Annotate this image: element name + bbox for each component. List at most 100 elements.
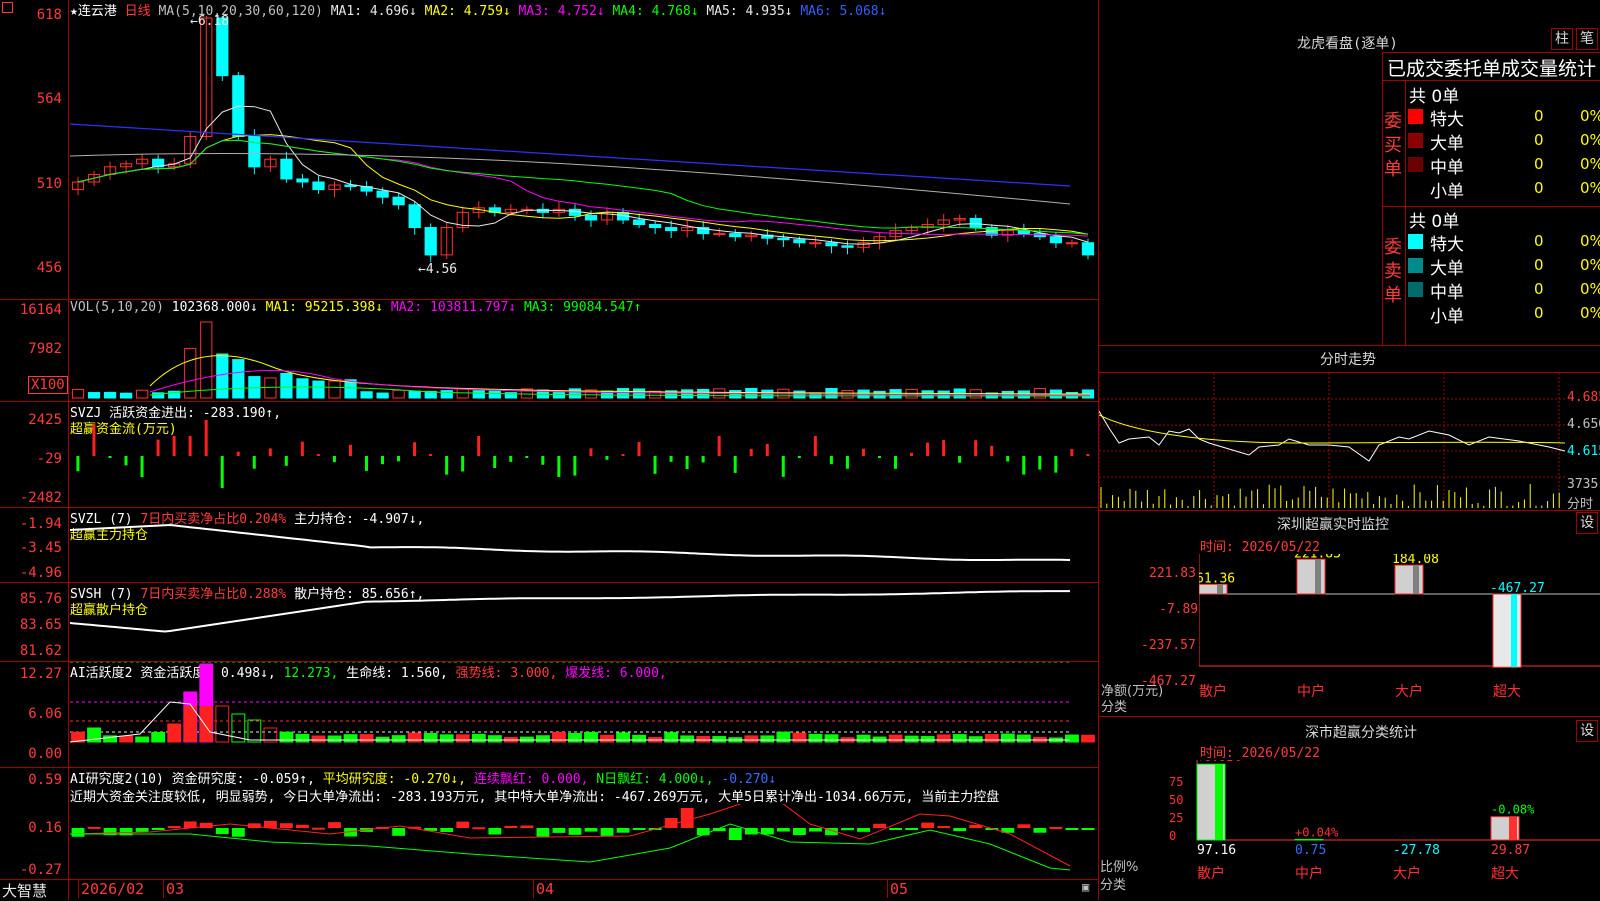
y-tick: 510 [36, 176, 62, 192]
net-amount-chart[interactable]: 61.36 散户 221.83 中户 184.08 大户 -467.27 超大 [1199, 554, 1600, 714]
tick-view-button[interactable]: 笔 [1576, 28, 1598, 50]
svzl-pane[interactable]: SVZL (7) 7日内买卖净占比0.204% 主力持仓: -4.907↓, 超… [0, 508, 1098, 583]
ai-active-chart[interactable] [70, 662, 1096, 766]
flow-bar [429, 454, 433, 456]
ai-active-pane[interactable]: AI活跃度2 资金活跃度: 0.498↓, 12.273, 生命线: 1.560… [0, 662, 1098, 768]
research-bar [1017, 824, 1031, 828]
ai-research-pane[interactable]: AI研究度2(10) 资金研究度: -0.059↑, 平均研究度: -0.270… [0, 768, 1098, 880]
volume-bar [232, 359, 245, 399]
research-bar [183, 821, 197, 828]
stats-time: 时间: 2026/05/22 [1200, 746, 1320, 761]
candle [1065, 242, 1079, 245]
settings-button[interactable]: 设 [1576, 512, 1598, 534]
sz-monitor-pane[interactable]: 221.83 -7.89 -237.57 -467.27 净额(万元) 分类 6… [1099, 554, 1600, 715]
activity-bar [1065, 734, 1079, 743]
lhb-title: 龙虎看盘(逐单) [1297, 36, 1398, 52]
row-count: 0 [1534, 232, 1544, 250]
category-label: 中户 [1297, 683, 1325, 700]
activity-bar [407, 732, 422, 743]
volume-pane[interactable]: VOL(5,10,20) 102368.000↓ MA1: 95215.398↓… [0, 300, 1098, 402]
flow-bar [252, 456, 256, 469]
lock-icon[interactable]: ▣ [1082, 880, 1089, 894]
y-tick: 221.83 [1149, 566, 1196, 581]
candle [729, 233, 742, 238]
intraday-pane[interactable]: 4.685 4.650 4.615 3735 分时 [1099, 373, 1600, 512]
ai-research-chart[interactable] [70, 804, 1096, 878]
row-label: 小单 [1430, 307, 1464, 327]
volume-bar [264, 377, 277, 399]
activity-bar [552, 731, 566, 743]
sell-row: 大单 0 0% [1408, 254, 1600, 279]
buy-row: 小单 0 0% [1408, 177, 1600, 202]
volume-bar [472, 390, 485, 399]
svsh-chart[interactable] [70, 583, 1096, 660]
svzl-chart[interactable] [70, 508, 1096, 581]
intraday-chart[interactable] [1099, 373, 1565, 510]
kline-pane[interactable]: ★连云港 日线 MA(5,10,20,30,60,120) MA1: 4.696… [0, 0, 1098, 300]
candle [296, 178, 309, 183]
activity-bar [359, 734, 374, 743]
change-label: +0.01% [1197, 760, 1241, 764]
volume-chart[interactable] [70, 316, 1096, 400]
sz-stats-pane[interactable]: 比例% 分类 75 50 25 0 +0.01% 97.16 散户 +0.04% 0.75 中户 -… [1099, 760, 1600, 900]
x-tick: 05 [887, 880, 908, 898]
flow-bar [1086, 454, 1090, 456]
row-label: 特大 [1430, 235, 1464, 255]
activity-bar [776, 731, 791, 743]
bar-view-button[interactable]: 柱 [1551, 28, 1573, 50]
flow-bar [236, 451, 240, 456]
flow-bar [477, 436, 481, 456]
volume-bar [568, 388, 582, 399]
bar-value-label: 221.83 [1294, 554, 1341, 561]
activity-bar [487, 735, 502, 743]
y-tick: 456 [36, 260, 62, 276]
svsh-pane[interactable]: SVSH (7) 7日内买卖净占比0.288% 散户持仓: 85.656↑, 超… [0, 583, 1098, 662]
y-tick: -4.96 [19, 565, 62, 581]
category-label: 散户 [1197, 865, 1225, 882]
sz-stats-title: 深市超赢分类统计 [1305, 725, 1417, 741]
research-bar [71, 828, 85, 837]
sell-orders-label: 委卖单 [1384, 237, 1402, 306]
research-bar [296, 824, 309, 828]
row-pct: 0% [1580, 131, 1600, 149]
x-axis-label: 分类 [1101, 700, 1128, 715]
y-tick: -1.94 [19, 516, 62, 532]
volume-bar [632, 388, 646, 399]
category-label: 中户 [1295, 865, 1323, 882]
legend-swatch [1408, 282, 1423, 297]
flow-bar [188, 436, 192, 456]
research-bar [873, 823, 886, 828]
flow-bar [268, 448, 272, 456]
x-tick: 2026/02 [78, 880, 144, 898]
settings-button[interactable]: 设 [1576, 720, 1598, 742]
y-tick: 12.27 [19, 666, 62, 682]
y-tick: 4.650 [1567, 417, 1600, 432]
flow-bar [541, 456, 545, 465]
stats-title: 已成交委托单成交量统计 [1387, 58, 1597, 80]
volume-bar [488, 390, 501, 399]
research-bar [472, 827, 486, 830]
flow-bar [140, 456, 144, 478]
svzj-chart[interactable] [70, 402, 1096, 506]
research-bar [167, 826, 181, 829]
flow-bar [1038, 456, 1042, 470]
activity-bar [167, 723, 182, 743]
ma6-line [70, 123, 1071, 187]
flow-bar [557, 456, 561, 477]
ma1-line [77, 105, 1089, 245]
flow-bar [765, 443, 769, 456]
flow-bar [685, 456, 689, 470]
activity-bar [327, 735, 342, 743]
flow-bar [92, 424, 96, 456]
buy-row: 特大 0 0% [1408, 105, 1600, 130]
candlestick-chart[interactable] [70, 16, 1096, 298]
ratio-chart[interactable]: 75 50 25 0 +0.01% 97.16 散户 +0.04% 0.75 中户 -27.78 大户… [1159, 760, 1600, 900]
activity-bar [151, 731, 166, 743]
research-bar [392, 828, 406, 836]
svzj-pane[interactable]: SVZJ 活跃资金进出: -283.190↑, 超赢资金流(万元) 2425 -… [0, 402, 1098, 508]
activity-bar [968, 736, 983, 743]
row-pct: 0% [1580, 232, 1600, 250]
category-label: 大户 [1393, 865, 1421, 882]
activity-bar [664, 732, 679, 743]
brand-logo: 大智慧 [2, 882, 48, 900]
